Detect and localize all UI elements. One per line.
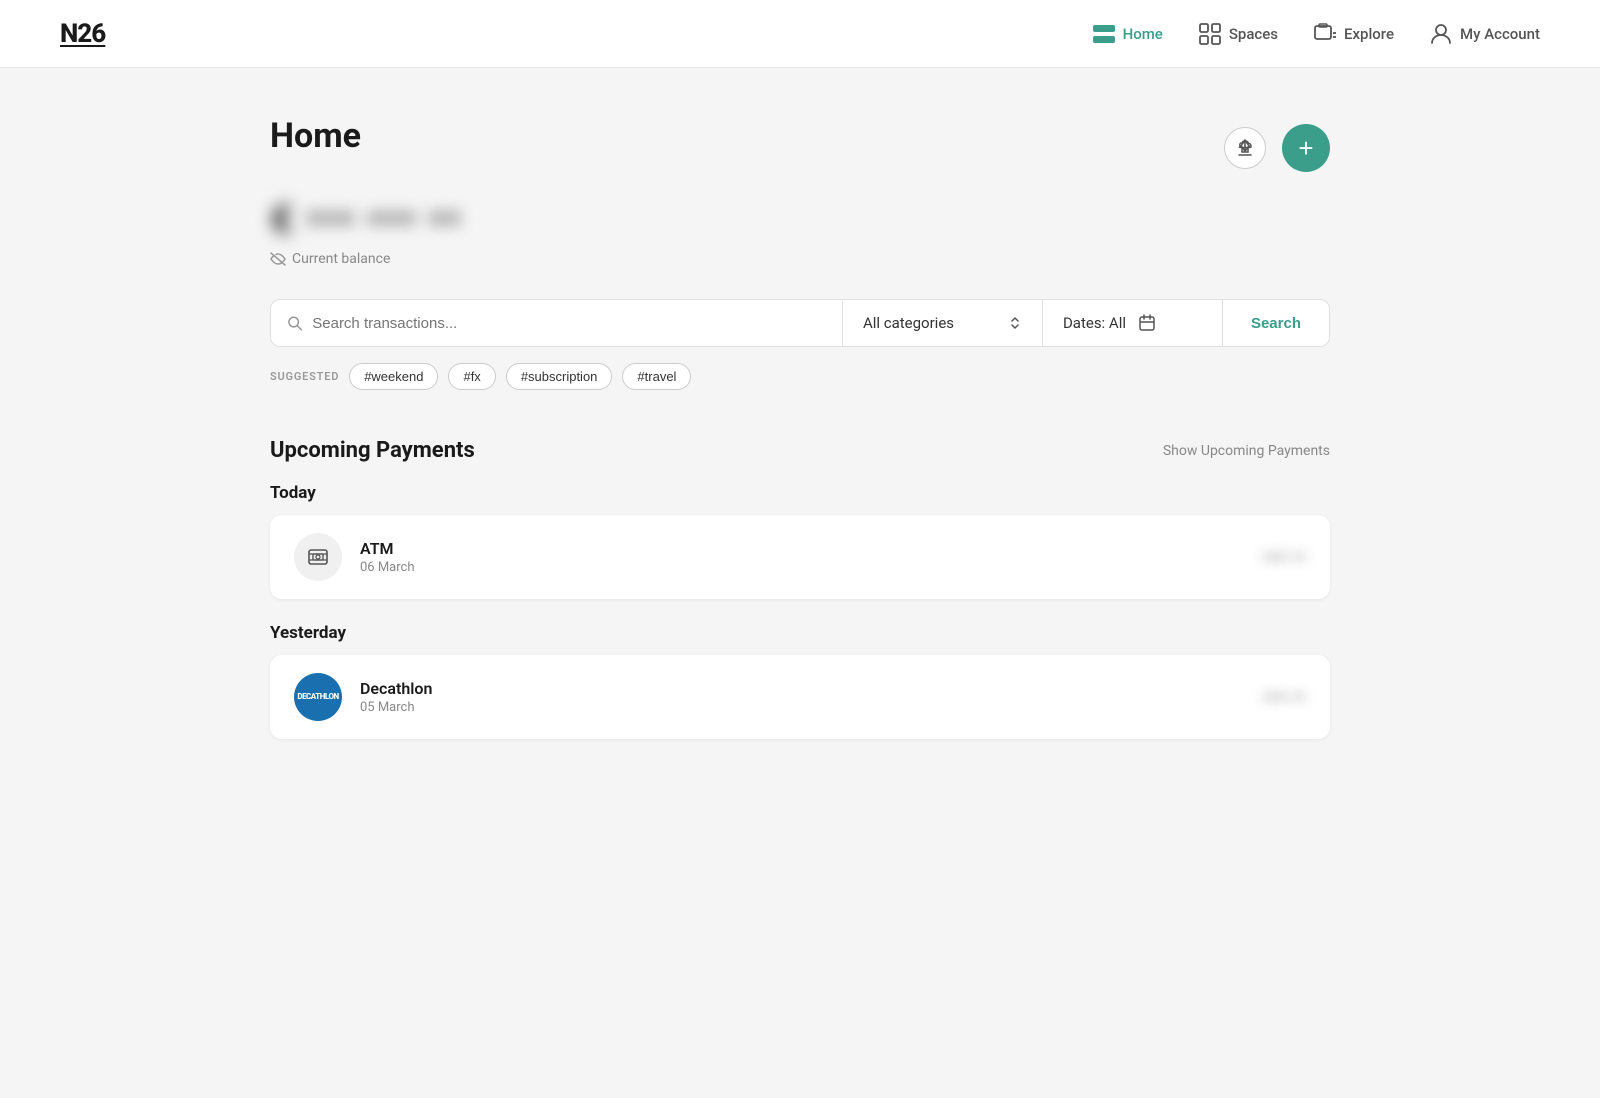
app-logo[interactable]: N26 [60,19,105,49]
download-button[interactable] [1224,127,1266,169]
page-title: Home [270,116,361,156]
yesterday-label: Yesterday [270,623,1330,643]
tag-weekend[interactable]: #weekend [349,363,438,390]
atm-info: ATM 06 March [360,539,1245,575]
decathlon-date: 05 March [360,700,1245,715]
tag-travel[interactable]: #travel [622,363,691,390]
atm-amount: •••• •• [1263,548,1306,566]
show-upcoming-link[interactable]: Show Upcoming Payments [1163,443,1330,459]
search-button[interactable]: Search [1223,301,1329,346]
calendar-icon [1138,314,1156,332]
decathlon-info: Decathlon 05 March [360,679,1245,715]
suggested-row: SUGGESTED #weekend #fx #subscription #tr… [270,363,1330,390]
decathlon-logo: DECATHLON [297,693,338,702]
table-row: DECATHLON Decathlon 05 March •••• •• [270,655,1330,739]
main-content: Home + € ••• ••• •• [230,68,1370,823]
upcoming-title: Upcoming Payments [270,438,475,463]
account-icon [1430,23,1452,45]
balance-section: € ••• ••• •• Current balance [270,196,1330,267]
decathlon-name: Decathlon [360,679,1245,698]
nav-home[interactable]: Home [1093,23,1163,45]
nav-links: Home Spaces Ex [1093,23,1540,45]
nav-account[interactable]: My Account [1430,23,1540,45]
suggested-label: SUGGESTED [270,370,339,383]
sort-icon [1008,316,1022,330]
add-button[interactable]: + [1282,124,1330,172]
tag-fx[interactable]: #fx [448,363,495,390]
atm-name: ATM [360,539,1245,558]
upcoming-payments-header: Upcoming Payments Show Upcoming Payments [270,438,1330,463]
navbar: N26 Home Spaces [0,0,1600,68]
decathlon-icon-wrap: DECATHLON [294,673,342,721]
search-input-wrap[interactable] [271,301,843,346]
balance-label: Current balance [270,251,1330,267]
category-value: All categories [863,314,998,332]
tag-subscription[interactable]: #subscription [506,363,613,390]
today-label: Today [270,483,1330,503]
header-row: Home + [270,116,1330,172]
atm-date: 06 March [360,560,1245,575]
search-bar: All categories Dates: All Search [270,299,1330,347]
decathlon-amount: •••• •• [1263,688,1306,706]
nav-explore[interactable]: Explore [1314,23,1394,45]
plus-icon: + [1298,135,1313,161]
dates-select[interactable]: Dates: All [1043,300,1223,346]
atm-icon [306,545,330,569]
home-icon [1093,23,1115,45]
header-actions: + [1224,124,1330,172]
download-icon [1235,138,1255,158]
spaces-icon [1199,23,1221,45]
search-input[interactable] [312,315,826,332]
nav-spaces[interactable]: Spaces [1199,23,1278,45]
atm-icon-wrap [294,533,342,581]
explore-icon [1314,23,1336,45]
table-row: ATM 06 March •••• •• [270,515,1330,599]
eye-hidden-icon [270,252,286,266]
balance-amount: € ••• ••• •• [270,196,1330,243]
dates-value: Dates: All [1063,314,1126,332]
search-icon [287,315,302,331]
category-select[interactable]: All categories [843,300,1043,346]
